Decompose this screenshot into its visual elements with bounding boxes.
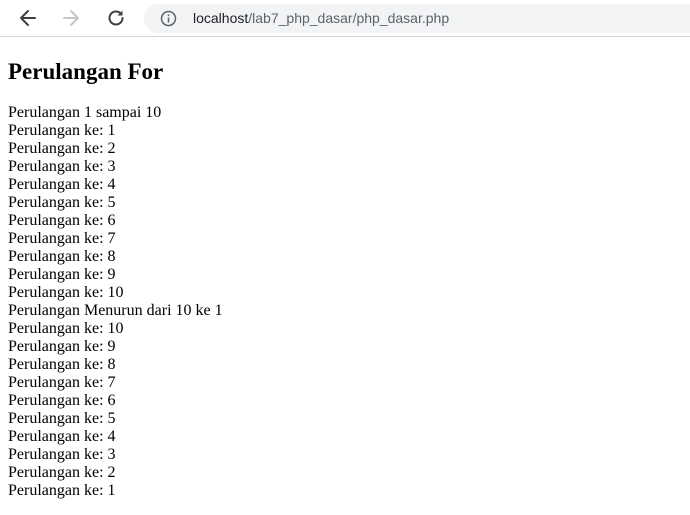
- output-line: Perulangan ke: 6: [8, 392, 116, 409]
- output-line: Perulangan ke: 1: [8, 482, 116, 499]
- output-line: Perulangan ke: 8: [8, 248, 116, 265]
- output-line: Perulangan ke: 10: [8, 284, 124, 301]
- forward-button[interactable]: [57, 4, 85, 32]
- output-line: Perulangan ke: 6: [8, 212, 116, 229]
- output-line: Perulangan ke: 10: [8, 320, 124, 337]
- back-arrow-icon: [20, 10, 36, 26]
- output-lines: Perulangan 1 sampai 10 Perulangan ke: 1 …: [8, 104, 223, 500]
- output-line: Perulangan ke: 3: [8, 446, 116, 463]
- url-host: localhost: [193, 10, 249, 26]
- address-bar[interactable]: localhost/lab7_php_dasar/php_dasar.php: [144, 4, 690, 33]
- forward-arrow-icon: [63, 10, 79, 26]
- url-text[interactable]: localhost/lab7_php_dasar/php_dasar.php: [193, 10, 449, 27]
- output-line: Perulangan ke: 7: [8, 230, 116, 247]
- output-line: Perulangan 1 sampai 10: [8, 104, 162, 121]
- reload-icon: [108, 10, 124, 26]
- output-line: Perulangan ke: 4: [8, 176, 116, 193]
- output-line: Perulangan ke: 9: [8, 338, 116, 355]
- reload-button[interactable]: [102, 4, 130, 32]
- output-line: Perulangan ke: 3: [8, 158, 116, 175]
- output-line: Perulangan ke: 5: [8, 194, 116, 211]
- output-line: Perulangan ke: 4: [8, 428, 116, 445]
- page-content: Perulangan For Perulangan 1 sampai 10 Pe…: [8, 37, 223, 500]
- output-line: Perulangan ke: 5: [8, 410, 116, 427]
- output-line: Perulangan ke: 8: [8, 356, 116, 373]
- back-button[interactable]: [14, 4, 42, 32]
- output-line: Perulangan ke: 7: [8, 374, 116, 391]
- output-line: Perulangan ke: 2: [8, 140, 116, 157]
- url-path: /lab7_php_dasar/php_dasar.php: [248, 10, 450, 26]
- output-line: Perulangan Menurun dari 10 ke 1: [8, 302, 223, 319]
- output-line: Perulangan ke: 9: [8, 266, 116, 283]
- output-line: Perulangan ke: 2: [8, 464, 116, 481]
- info-icon[interactable]: [160, 10, 177, 27]
- output-line: Perulangan ke: 1: [8, 122, 116, 139]
- browser-toolbar: localhost/lab7_php_dasar/php_dasar.php: [0, 0, 690, 37]
- page-heading: Perulangan For: [8, 59, 164, 84]
